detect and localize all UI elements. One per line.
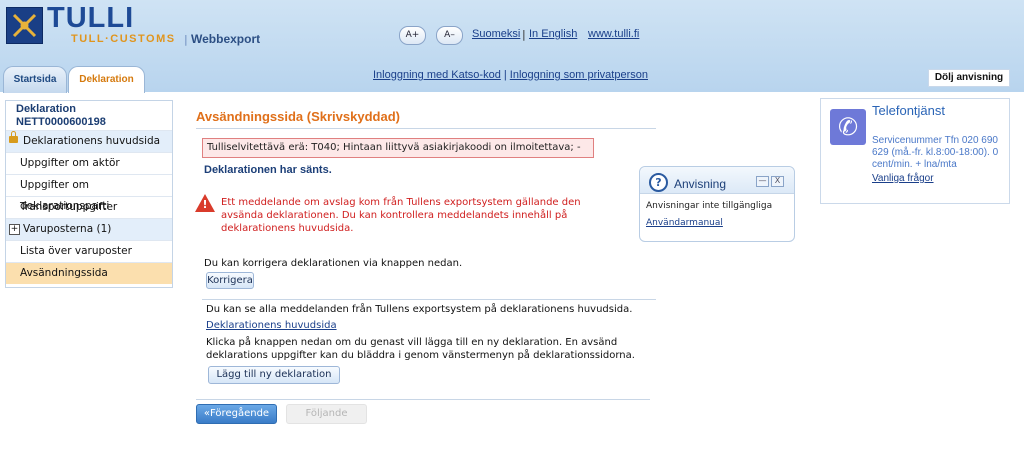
lang-finnish-link[interactable]: Suomeksi [472, 28, 520, 40]
rejection-warning: Ett meddelande om avslag kom från Tullen… [221, 197, 581, 234]
add-declaration-button[interactable]: Lägg till ny deklaration [208, 366, 340, 384]
customs-logo-icon [6, 7, 43, 44]
user-manual-link[interactable]: Användarmanual [646, 218, 723, 228]
instructions-body: Anvisningar inte tillgängliga [646, 201, 773, 211]
sidebar-item-goods[interactable]: + Varuposterna (1) [6, 218, 172, 240]
sidebar-item-transport[interactable]: Transportuppgifter [6, 196, 172, 218]
divider [196, 399, 650, 400]
sent-status: Deklarationen har sänts. [204, 164, 332, 176]
font-increase-button[interactable]: A+ [399, 26, 426, 45]
login-private-link[interactable]: Inloggning som privatperson [510, 69, 648, 81]
login-katso-link[interactable]: Inloggning med Katso-kod [373, 69, 501, 81]
logo-title: TULLI [47, 2, 135, 34]
messages-instruction: Du kan se alla meddelanden från Tullens … [206, 304, 633, 315]
sidebar-item-actor[interactable]: Uppgifter om aktör [6, 152, 172, 174]
sidebar-title: Deklaration [16, 103, 76, 115]
minimize-icon[interactable]: — [756, 176, 769, 187]
sidebar-item-sending[interactable]: Avsändningssida [6, 262, 172, 284]
instructions-panel-header: ? Anvisning — X [640, 167, 794, 194]
sidebar-item-label: Varuposterna (1) [23, 223, 112, 235]
declaration-id: NETT0000600198 [16, 116, 106, 128]
sidebar-header: Deklaration NETT0000600198 [6, 101, 172, 130]
instructions-panel: ? Anvisning — X Anvisningar inte tillgän… [639, 166, 795, 242]
site-link[interactable]: www.tulli.fi [588, 28, 639, 40]
sidebar-item-consignment[interactable]: Uppgifter om deklarationsparti [6, 174, 172, 212]
sidebar-item-goods-list[interactable]: Lista över varuposter [6, 240, 172, 262]
help-question-icon: ? [649, 173, 668, 192]
page-title: Avsändningssida (Skrivskyddad) [196, 109, 400, 124]
phone-service-panel: ✆ Telefontjänst Servicenummer Tfn 020 69… [820, 98, 1010, 204]
correct-instruction: Du kan korrigera deklarationen via knapp… [204, 258, 463, 269]
new-declaration-instruction: Klicka på knappen nedan om du genast vil… [206, 337, 635, 361]
hide-instructions-button[interactable]: Dölj anvisning [928, 69, 1010, 87]
login-separator: | [503, 69, 507, 81]
close-icon[interactable]: X [771, 176, 784, 187]
divider [196, 128, 656, 129]
error-message-box: Tulliselvitettävä erä: T040; Hintaan lii… [202, 138, 594, 158]
sidebar: Deklaration NETT0000600198 Deklarationen… [5, 100, 173, 288]
correct-button[interactable]: Korrigera [206, 272, 254, 289]
previous-button[interactable]: «Föregående [196, 404, 277, 424]
tab-deklaration[interactable]: Deklaration [68, 66, 145, 93]
faq-link[interactable]: Vanliga frågor [872, 173, 934, 184]
app-name: Webbexport [191, 32, 261, 46]
font-decrease-button[interactable]: A– [436, 26, 463, 45]
lock-icon [9, 131, 18, 143]
logo-subtitle: TULL·CUSTOMS [71, 33, 176, 45]
lang-separator: | [522, 28, 526, 41]
phone-service-title: Telefontjänst [872, 103, 945, 118]
tab-startsida[interactable]: Startsida [3, 66, 67, 93]
warning-mark: ! [202, 198, 208, 211]
sidebar-item-label: Deklarationens huvudsida [23, 135, 161, 147]
phone-icon: ✆ [830, 109, 866, 145]
expand-icon[interactable]: + [9, 224, 20, 235]
phone-service-text: Servicenummer Tfn 020 690 629 (må.-fr. k… [872, 135, 999, 170]
login-links: Inloggning med Katso-kod | Inloggning so… [373, 69, 648, 81]
divider [202, 299, 656, 300]
sidebar-item-main-page[interactable]: Deklarationens huvudsida [6, 130, 172, 152]
declaration-main-page-link[interactable]: Deklarationens huvudsida [206, 320, 337, 331]
logo-separator: | [184, 33, 188, 46]
next-button: Följande [286, 404, 367, 424]
header: TULLI TULL·CUSTOMS | Webbexport A+ A– Su… [0, 0, 1024, 93]
lang-english-link[interactable]: In English [529, 28, 577, 40]
instructions-title: Anvisning [674, 177, 727, 191]
